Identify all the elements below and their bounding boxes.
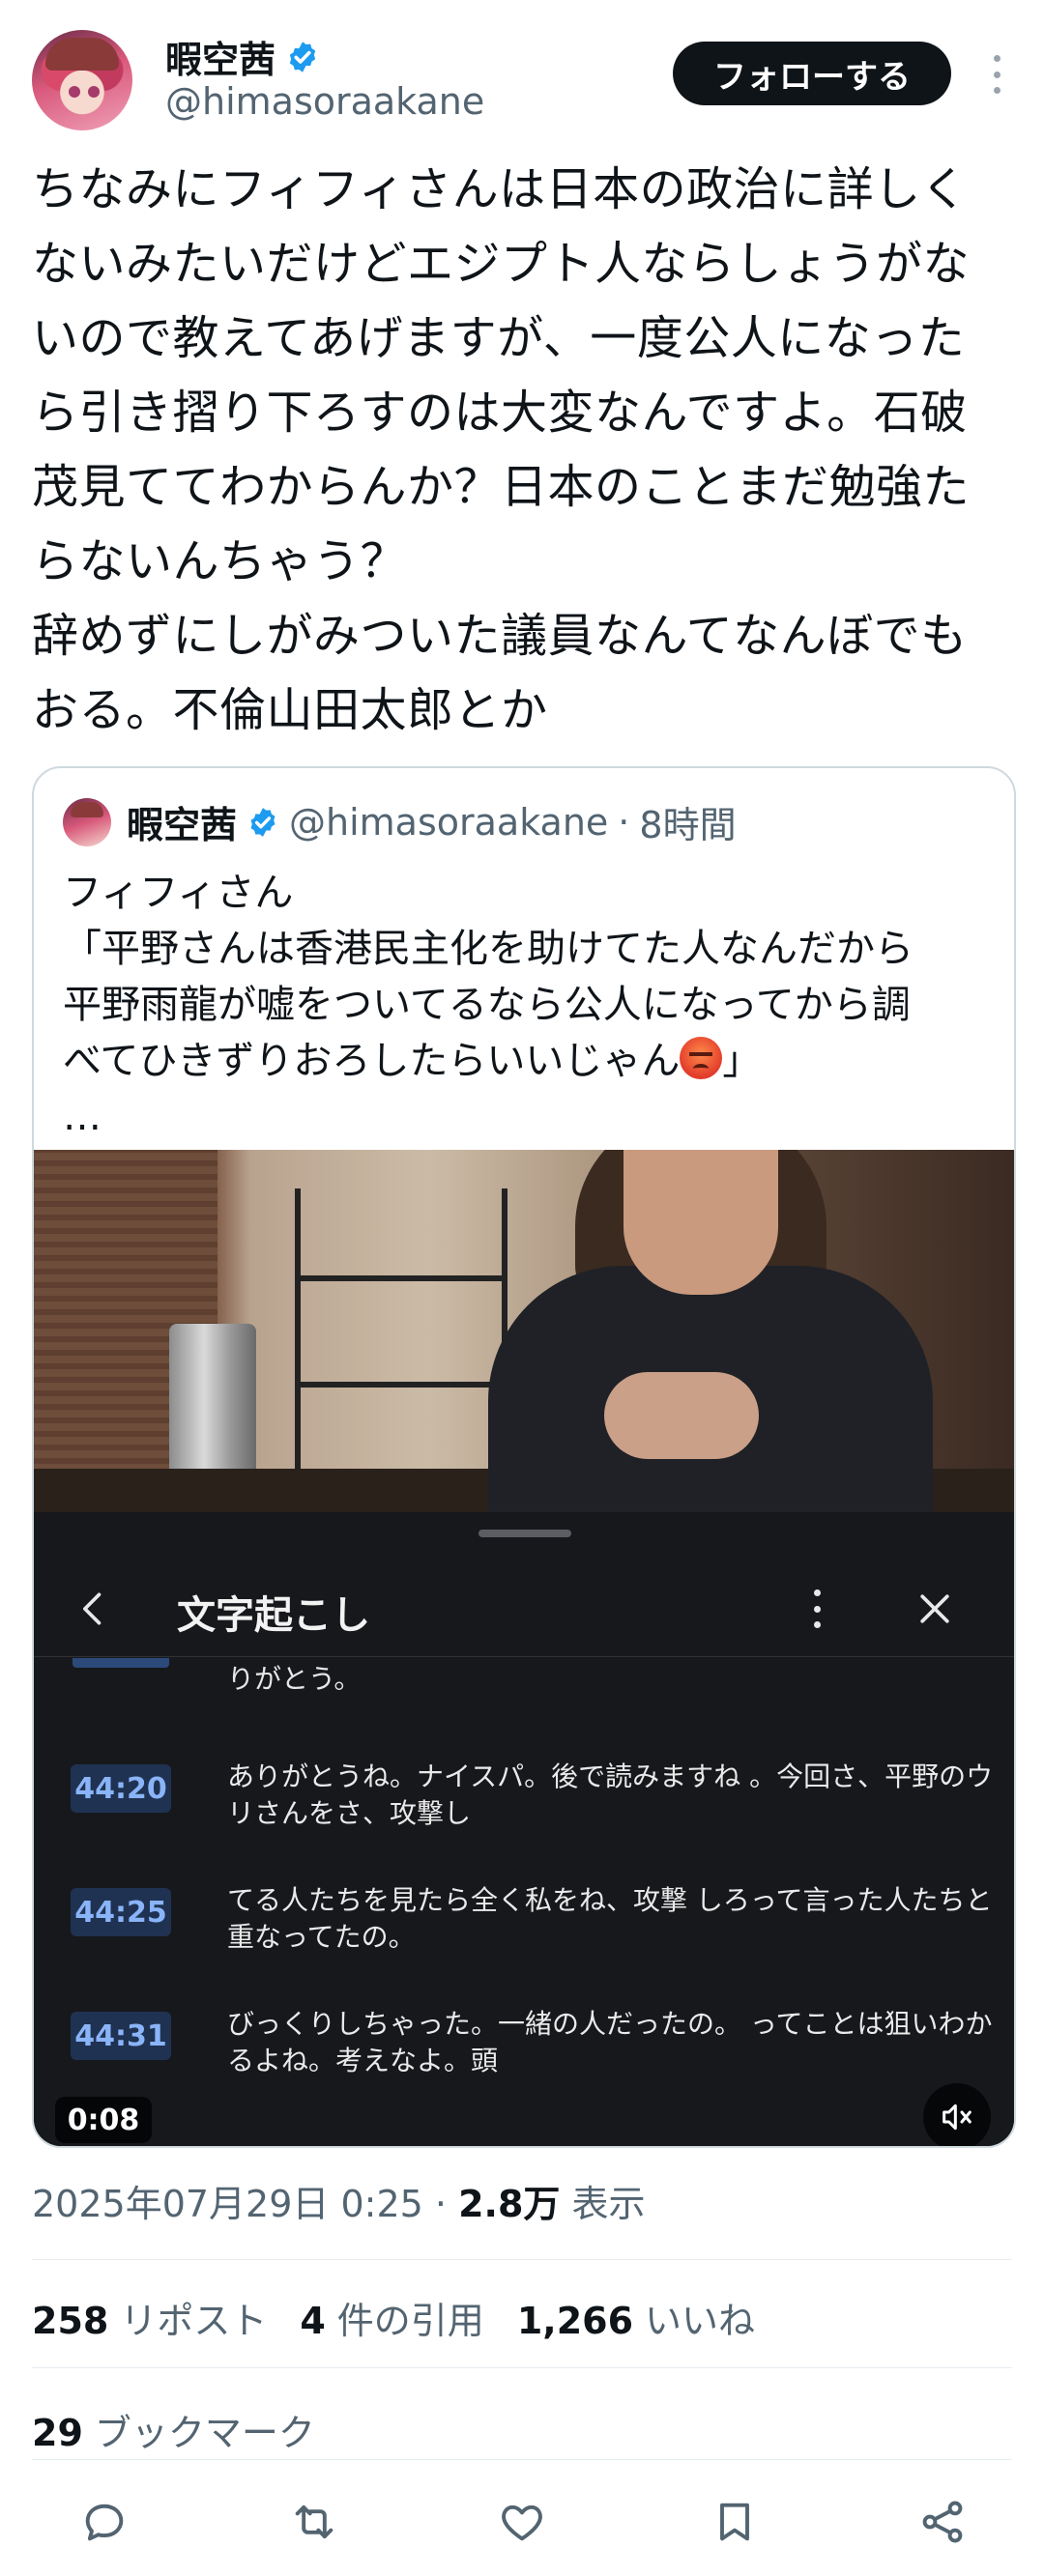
quote-text: フィフィさん 「平野さんは香港民主化を助けてた人なんだから 平野雨龍が嘘をついて… (63, 865, 991, 1145)
divider (32, 2459, 1012, 2460)
repost-button[interactable] (285, 2493, 343, 2551)
display-name[interactable]: 暇空茜 (165, 30, 276, 83)
timestamp-button[interactable]: 44:20 (71, 1764, 171, 1813)
quote-display-name: 暇空茜 (127, 804, 238, 846)
more-icon[interactable] (989, 55, 1004, 94)
quote-tweet[interactable]: 暇空茜 @himasoraakane · 8時間 フィフィさん 「平野さんは香港… (32, 766, 1016, 2148)
transcript-toolbar: 文字起こし (34, 1560, 1014, 1657)
quotes-stat[interactable]: 4 件の引用 (300, 2291, 483, 2344)
transcript-text: びっくりしちゃった。一緒の人だったの。 ってことは狙いわかるよね。考えなよ。頭 (227, 2008, 993, 2076)
reply-icon (85, 2504, 124, 2541)
like-icon (502, 2504, 542, 2541)
transcript-list[interactable]: りがとう。 44:20 ありがとうね。ナイスパ。後で読みますね 。今回さ、平野の… (34, 1658, 1014, 2146)
drag-handle[interactable] (478, 1530, 571, 1537)
meta-sep: · (422, 2183, 459, 2225)
share-icon (922, 2501, 963, 2543)
post-datetime[interactable]: 2025年07月29日 0:25 (32, 2183, 423, 2225)
transcript-row[interactable]: 44:20 ありがとうね。ナイスパ。後で読みますね 。今回さ、平野のウリさんをさ… (34, 1755, 1014, 1871)
video-frame (34, 1150, 1014, 1512)
bookmarks-label: ブックマーク (94, 2412, 315, 2454)
kebab-icon[interactable] (807, 1589, 826, 1628)
quote-header: 暇空茜 @himasoraakane · 8時間 (63, 795, 737, 848)
likes-label: いいね (645, 2300, 756, 2342)
bookmarks-stat[interactable]: 29 ブックマーク (32, 2403, 315, 2456)
angry-face-icon (680, 1037, 723, 1079)
quote-ellipsis: … (63, 1095, 102, 1139)
bookmark-button[interactable] (706, 2493, 764, 2551)
name-row: 暇空茜 (165, 30, 320, 83)
repost-icon (295, 2504, 334, 2539)
like-button[interactable] (493, 2493, 551, 2551)
transcript-panel: 文字起こし りがとう。 44:20 ありがとうね。ナイスパ。後で読みますね 。今… (34, 1512, 1014, 2146)
back-icon[interactable] (72, 1588, 115, 1630)
avatar[interactable] (32, 30, 132, 130)
divider (32, 2367, 1012, 2368)
transcript-text: ありがとうね。ナイスパ。後で読みますね 。今回さ、平野のウリさんをさ、攻撃し (227, 1760, 994, 1829)
divider (32, 2259, 1012, 2260)
view-label: 表示 (560, 2183, 646, 2225)
verified-badge-icon (289, 41, 316, 72)
transcript-title: 文字起こし (177, 1593, 370, 1638)
timestamp-button[interactable]: 44:25 (71, 1888, 171, 1936)
action-bar (0, 2493, 1044, 2561)
likes-stat[interactable]: 1,266 いいね (517, 2291, 755, 2344)
tweet-text: ちなみにフィフィさんは日本の政治に詳しく ないみたいだけどエジプト人ならしょうが… (32, 162, 971, 737)
reposts-count: 258 (32, 2300, 109, 2342)
transcript-row[interactable]: 44:31 びっくりしちゃった。一緒の人だったの。 ってことは狙いわかるよね。考… (34, 2002, 1014, 2118)
verified-badge-icon (250, 807, 276, 837)
share-button[interactable] (914, 2493, 972, 2551)
reply-button[interactable] (75, 2493, 133, 2551)
transcript-text: てる人たちを見たら全く私をね、攻撃 しろって言った人たちと重なってたの。 (227, 1884, 993, 1953)
transcript-row[interactable]: 44:25 てる人たちを見たら全く私をね、攻撃 しろって言った人たちと重なってた… (34, 1878, 1014, 1994)
quote-avatar (63, 797, 111, 846)
quote-time-sep: · (618, 800, 630, 844)
handle[interactable]: @himasoraakane (165, 80, 484, 123)
quote-text-main: フィフィさん 「平野さんは香港民主化を助けてた人なんだから 平野雨龍が嘘をついて… (63, 871, 914, 1083)
close-icon[interactable] (914, 1588, 956, 1630)
quote-handle: @himasoraakane (289, 800, 609, 844)
reposts-label: リポスト (120, 2300, 268, 2342)
engagement-stats: 258 リポスト 4 件の引用 1,266 いいね (32, 2291, 755, 2344)
timestamp-button[interactable]: 44:31 (71, 2012, 171, 2060)
tweet-header: 暇空茜 @himasoraakane フォローする (32, 30, 1012, 136)
mute-button[interactable] (923, 2083, 991, 2146)
transcript-partial-line: りがとう。 (227, 1663, 362, 1695)
view-count: 2.8万 (458, 2183, 561, 2225)
follow-button[interactable]: フォローする (673, 42, 951, 105)
reposts-stat[interactable]: 258 リポスト (32, 2291, 267, 2344)
likes-count: 1,266 (516, 2300, 634, 2342)
post-meta: 2025年07月29日 0:25 · 2.8万 表示 (32, 2174, 646, 2227)
quote-text-end: 」 (722, 1039, 762, 1083)
timestamp-stub (72, 1658, 169, 1668)
mute-icon (942, 2104, 972, 2131)
elapsed-time: 0:08 (55, 2097, 152, 2143)
quotes-count: 4 (300, 2300, 326, 2342)
bookmarks-count: 29 (32, 2412, 83, 2454)
quotes-label: 件の引用 (336, 2300, 484, 2342)
bookmark-icon (720, 2503, 749, 2541)
video-player[interactable]: 文字起こし りがとう。 44:20 ありがとうね。ナイスパ。後で読みますね 。今… (34, 1150, 1014, 2146)
quote-time: 8時間 (639, 804, 737, 846)
